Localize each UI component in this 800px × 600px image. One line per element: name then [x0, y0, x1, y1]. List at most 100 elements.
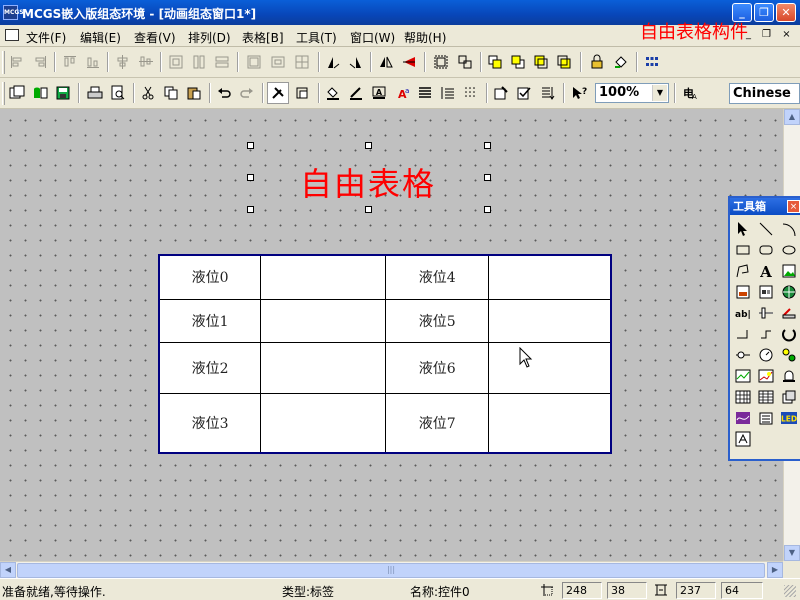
pointer-tool-icon[interactable]	[732, 219, 754, 239]
mdi-restore-button[interactable]: ❐	[760, 29, 773, 42]
stacked-window-tool-icon[interactable]	[778, 387, 800, 407]
table-cell[interactable]	[488, 341, 612, 394]
toolbar-grip[interactable]	[2, 51, 5, 74]
component-tool-icon[interactable]	[732, 282, 754, 302]
bring-front-icon[interactable]	[484, 51, 506, 73]
table-cell[interactable]	[260, 392, 387, 454]
undo-icon[interactable]	[213, 82, 235, 104]
cut-icon[interactable]	[137, 82, 159, 104]
redo-icon[interactable]	[236, 82, 258, 104]
rotate-right-icon[interactable]	[345, 51, 367, 73]
line-tool-icon[interactable]	[755, 219, 777, 239]
font-color-icon[interactable]: A	[368, 82, 390, 104]
ellipse-tool-icon[interactable]	[778, 240, 800, 260]
table-cell[interactable]	[260, 341, 387, 394]
tools-icon[interactable]	[267, 82, 289, 104]
check-icon[interactable]	[513, 82, 535, 104]
lock-icon[interactable]	[586, 51, 608, 73]
save-icon[interactable]	[52, 82, 74, 104]
align-left-icon[interactable]	[6, 51, 28, 73]
ungroup-icon[interactable]	[454, 51, 476, 73]
label-control[interactable]: 自由表格	[300, 159, 436, 205]
chevron-down-icon[interactable]: ▼	[652, 85, 667, 101]
align-right-icon[interactable]	[29, 51, 51, 73]
table-cell[interactable]	[488, 392, 612, 454]
table-cell[interactable]: 液位1	[158, 298, 262, 343]
menu-help[interactable]: 帮助(H)	[404, 29, 446, 46]
same-height-icon[interactable]	[188, 51, 210, 73]
align-bottom-icon[interactable]	[82, 51, 104, 73]
close-button[interactable]: ✕	[776, 3, 796, 22]
table-cell[interactable]: 液位2	[158, 341, 262, 394]
rounded-rect-tool-icon[interactable]	[755, 240, 777, 260]
resize-handle[interactable]	[484, 142, 491, 149]
bring-forward-icon[interactable]	[530, 51, 552, 73]
slider-tool-icon[interactable]	[755, 303, 777, 323]
flip-vertical-icon[interactable]	[398, 51, 420, 73]
rectangle-tool-icon[interactable]	[732, 240, 754, 260]
line-type-icon[interactable]	[437, 82, 459, 104]
resize-handle[interactable]	[247, 206, 254, 213]
table-cell[interactable]: 液位3	[158, 392, 262, 454]
app-icon[interactable]: MCGS	[3, 5, 24, 20]
table-cell[interactable]: 液位0	[158, 254, 262, 300]
close-icon[interactable]: ×	[787, 200, 800, 213]
polyline-step-tool-icon[interactable]	[755, 324, 777, 344]
menu-edit[interactable]: 编辑(E)	[80, 29, 121, 46]
paste-icon[interactable]	[183, 82, 205, 104]
grid-toggle-icon[interactable]	[460, 82, 482, 104]
design-canvas[interactable]: 自由表格 液位0 液位4 液位1 液位5 液位2 液位6 液位3 液位7	[0, 109, 784, 561]
table-cell[interactable]	[488, 254, 612, 300]
scroll-thumb[interactable]: |||	[17, 563, 765, 578]
free-table-tool-icon[interactable]	[755, 387, 777, 407]
font-style-icon[interactable]: Aa	[391, 82, 413, 104]
resize-handle[interactable]	[365, 206, 372, 213]
space-evenly-icon[interactable]	[267, 51, 289, 73]
table-cell[interactable]: 液位6	[385, 341, 490, 394]
zoom-select[interactable]: 100% ▼	[595, 83, 669, 103]
menu-file[interactable]: 文件(F)	[26, 29, 66, 46]
arc-tool-icon[interactable]	[778, 219, 800, 239]
scroll-up-icon[interactable]: ▲	[784, 109, 800, 125]
gauge-tool-icon[interactable]	[755, 345, 777, 365]
resize-handle[interactable]	[484, 174, 491, 181]
center-vertical-icon[interactable]	[112, 51, 134, 73]
scroll-right-icon[interactable]: ▶	[767, 562, 783, 578]
same-width-icon[interactable]	[211, 51, 233, 73]
same-size-icon[interactable]	[243, 51, 265, 73]
window-manager-icon[interactable]	[6, 82, 28, 104]
rotate-tool-icon[interactable]	[778, 324, 800, 344]
expression-tool-icon[interactable]	[732, 429, 754, 449]
resize-handle[interactable]	[484, 206, 491, 213]
grid-dots-icon[interactable]	[641, 51, 663, 73]
image-tool-icon[interactable]	[778, 261, 800, 281]
step-line-tool-icon[interactable]	[732, 324, 754, 344]
menu-table[interactable]: 表格[B]	[242, 29, 284, 46]
resize-handle[interactable]	[247, 174, 254, 181]
menu-arrange[interactable]: 排列(D)	[188, 29, 231, 46]
pipe-tool-icon[interactable]	[732, 345, 754, 365]
table-cell[interactable]	[260, 254, 387, 300]
print-preview-icon[interactable]	[107, 82, 129, 104]
toolbar-grip[interactable]	[2, 82, 5, 105]
history-trend-tool-icon[interactable]	[755, 366, 777, 386]
curve-chart-tool-icon[interactable]	[732, 408, 754, 428]
flip-horizontal-icon[interactable]	[375, 51, 397, 73]
resize-grip[interactable]	[784, 585, 796, 597]
led-tool-icon[interactable]: LED	[778, 408, 800, 428]
horizontal-scrollbar[interactable]: ◀ ||| ▶	[0, 561, 783, 578]
text-tool-icon[interactable]: A	[755, 261, 777, 281]
line-color-icon[interactable]	[345, 82, 367, 104]
resize-handle[interactable]	[247, 142, 254, 149]
table-cell[interactable]: 液位7	[385, 392, 490, 454]
library-tool-icon[interactable]	[755, 282, 777, 302]
scroll-down-icon[interactable]: ▼	[784, 545, 800, 561]
scroll-left-icon[interactable]: ◀	[0, 562, 16, 578]
rotate-left-icon[interactable]	[322, 51, 344, 73]
menu-tools[interactable]: 工具(T)	[296, 29, 337, 46]
print-icon[interactable]	[84, 82, 106, 104]
input-box-tool-icon[interactable]: ab|	[732, 303, 754, 323]
sort-icon[interactable]	[537, 82, 559, 104]
database-icon[interactable]	[29, 82, 51, 104]
line-style-icon[interactable]	[414, 82, 436, 104]
